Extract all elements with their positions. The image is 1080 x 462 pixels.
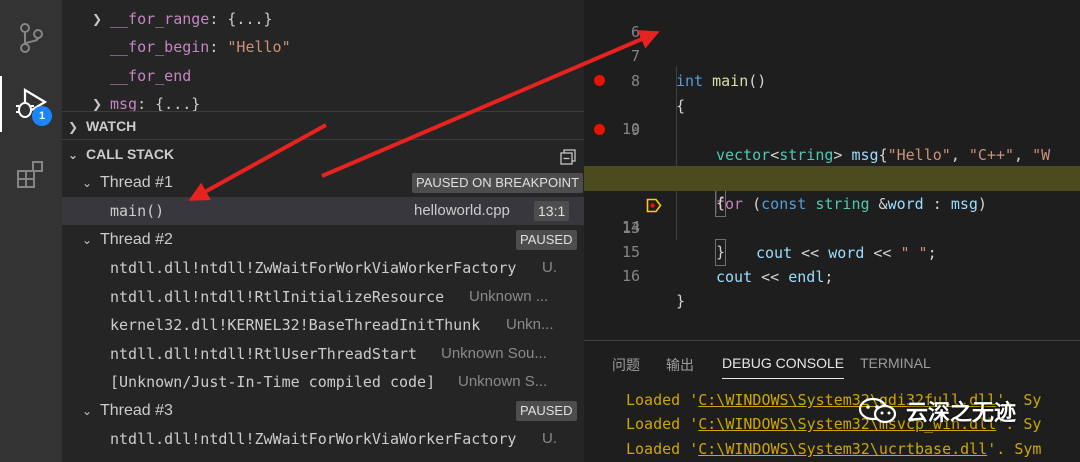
frame-function: [Unknown/Just-In-Time compiled code] xyxy=(110,373,436,391)
extensions-icon[interactable] xyxy=(0,146,62,202)
code-line: 10 xyxy=(584,92,1080,138)
chevron-down-icon: ⌄ xyxy=(82,404,93,418)
tab-output[interactable]: 输出 xyxy=(666,355,694,379)
frame-function: ntdll.dll!ntdll!ZwWaitForWorkViaWorkerFa… xyxy=(110,259,517,277)
status-badge: PAUSED ON BREAKPOINT xyxy=(412,173,584,193)
stack-frame[interactable]: ntdll.dll!ntdll!RtlInitializeResource Un… xyxy=(62,283,584,311)
frame-source: U. xyxy=(542,430,557,447)
chevron-down-icon: ⌄ xyxy=(82,176,93,190)
thread-name: Thread #1 xyxy=(100,174,173,191)
code-line: 6 xyxy=(584,0,1080,41)
variable-row[interactable]: __for_end xyxy=(62,62,584,90)
frame-source: Unknown S... xyxy=(458,373,548,390)
stack-frame[interactable]: [Unknown/Just-In-Time compiled code] Unk… xyxy=(62,368,584,396)
status-badge: PAUSED xyxy=(516,401,577,421)
status-badge: PAUSED xyxy=(516,230,577,250)
frame-source: Unkn... xyxy=(506,316,554,333)
source-control-icon[interactable] xyxy=(0,10,62,66)
stack-frame[interactable]: ntdll.dll!ntdll!RtlUserThreadStart Unkno… xyxy=(62,340,584,368)
code-line: 11 for (const string &word : msg) xyxy=(584,117,1080,213)
tab-problems[interactable]: 问题 xyxy=(612,355,640,379)
watermark: 云深之无迹 xyxy=(858,394,1016,428)
frame-function: main() xyxy=(110,202,165,220)
variable-row[interactable]: ❯ __for_range: {...} xyxy=(62,5,584,33)
chevron-right-icon: ❯ xyxy=(68,120,79,134)
code-editor[interactable]: 6 7 int main() 8 { 9 vector<string> msg{… xyxy=(584,0,1080,340)
line-number: 16 xyxy=(621,267,640,285)
tab-terminal[interactable]: TERMINAL xyxy=(860,355,931,379)
code-line: 16 } xyxy=(584,239,1080,310)
call-stack-title: CALL STACK xyxy=(86,146,175,162)
thread-name: Thread #2 xyxy=(100,231,173,248)
thread-name: Thread #3 xyxy=(100,402,173,419)
chevron-right-icon[interactable]: ❯ xyxy=(92,5,106,33)
stack-frame[interactable]: ntdll.dll!ntdll!ZwWaitForWorkViaWorkerFa… xyxy=(62,425,584,453)
frame-function: ntdll.dll!ntdll!RtlInitializeResource xyxy=(110,288,445,306)
frame-function: ntdll.dll!ntdll!ZwWaitForWorkViaWorkerFa… xyxy=(110,430,517,448)
stack-frame-main[interactable]: main() helloworld.cpp 13:1 xyxy=(62,197,584,225)
watch-section-header[interactable]: ❯ WATCH xyxy=(62,111,584,139)
breakpoint-icon[interactable] xyxy=(594,124,605,135)
stack-frame[interactable]: ntdll.dll!ntdll!ZwWaitForWorkViaWorkerFa… xyxy=(62,254,584,282)
debug-badge: 1 xyxy=(32,106,52,126)
wechat-icon xyxy=(858,396,898,426)
run-debug-icon[interactable]: 1 xyxy=(0,76,62,132)
file-link[interactable]: C:\WINDOWS\System32\ucrtbase.dll xyxy=(698,440,987,458)
thread-row[interactable]: ⌄ Thread #2 PAUSED xyxy=(62,226,584,254)
code-line: 12 { xyxy=(584,141,1080,217)
call-stack-section-header[interactable]: ⌄ CALL STACK xyxy=(62,139,584,167)
chevron-down-icon: ⌄ xyxy=(68,148,79,162)
variable-row[interactable]: __for_begin: "Hello" xyxy=(62,33,584,61)
current-line: 13 cout << word << " "; xyxy=(584,166,1080,262)
thread-row[interactable]: ⌄ Thread #1 PAUSED ON BREAKPOINT xyxy=(62,169,584,197)
breakpoint-icon[interactable] xyxy=(594,75,605,86)
thread-row[interactable]: ⌄ Thread #3 PAUSED xyxy=(62,397,584,425)
watermark-text: 云深之无迹 xyxy=(906,400,1017,425)
code-line: 7 int main() xyxy=(584,19,1080,90)
frame-function: kernel32.dll!KERNEL32!BaseThreadInitThun… xyxy=(110,316,481,334)
variable-name: __for_range xyxy=(110,10,210,28)
activity-bar: 1 xyxy=(0,0,62,462)
tab-debug-console[interactable]: DEBUG CONSOLE xyxy=(722,355,845,379)
frame-function: ntdll.dll!ntdll!RtlUserThreadStart xyxy=(110,345,418,363)
frame-location-badge: 13:1 xyxy=(534,201,570,221)
frame-source: helloworld.cpp xyxy=(414,202,510,219)
variable-name: __for_begin xyxy=(110,38,210,56)
frame-source: Unknown Sou... xyxy=(441,345,547,362)
chevron-down-icon: ⌄ xyxy=(82,233,93,247)
variable-name: __for_end xyxy=(110,67,192,85)
frame-source: U. xyxy=(542,259,557,276)
stack-frame[interactable]: kernel32.dll!KERNEL32!BaseThreadInitThun… xyxy=(62,311,584,339)
code-line: 15 cout << endl; xyxy=(584,215,1080,286)
code-line: 8 { xyxy=(584,44,1080,115)
debug-sidebar: ❯ __for_range: {...} __for_begin: "Hello… xyxy=(62,0,584,462)
watch-title: WATCH xyxy=(86,118,137,134)
code-line: 9 vector<string> msg{"Hello", "C++", "W xyxy=(584,68,1080,164)
console-line: Loaded 'C:\WINDOWS\System32\ucrtbase.dll… xyxy=(626,440,1042,458)
frame-source: Unknown ... xyxy=(469,288,549,305)
code-line: 14 } xyxy=(584,190,1080,266)
